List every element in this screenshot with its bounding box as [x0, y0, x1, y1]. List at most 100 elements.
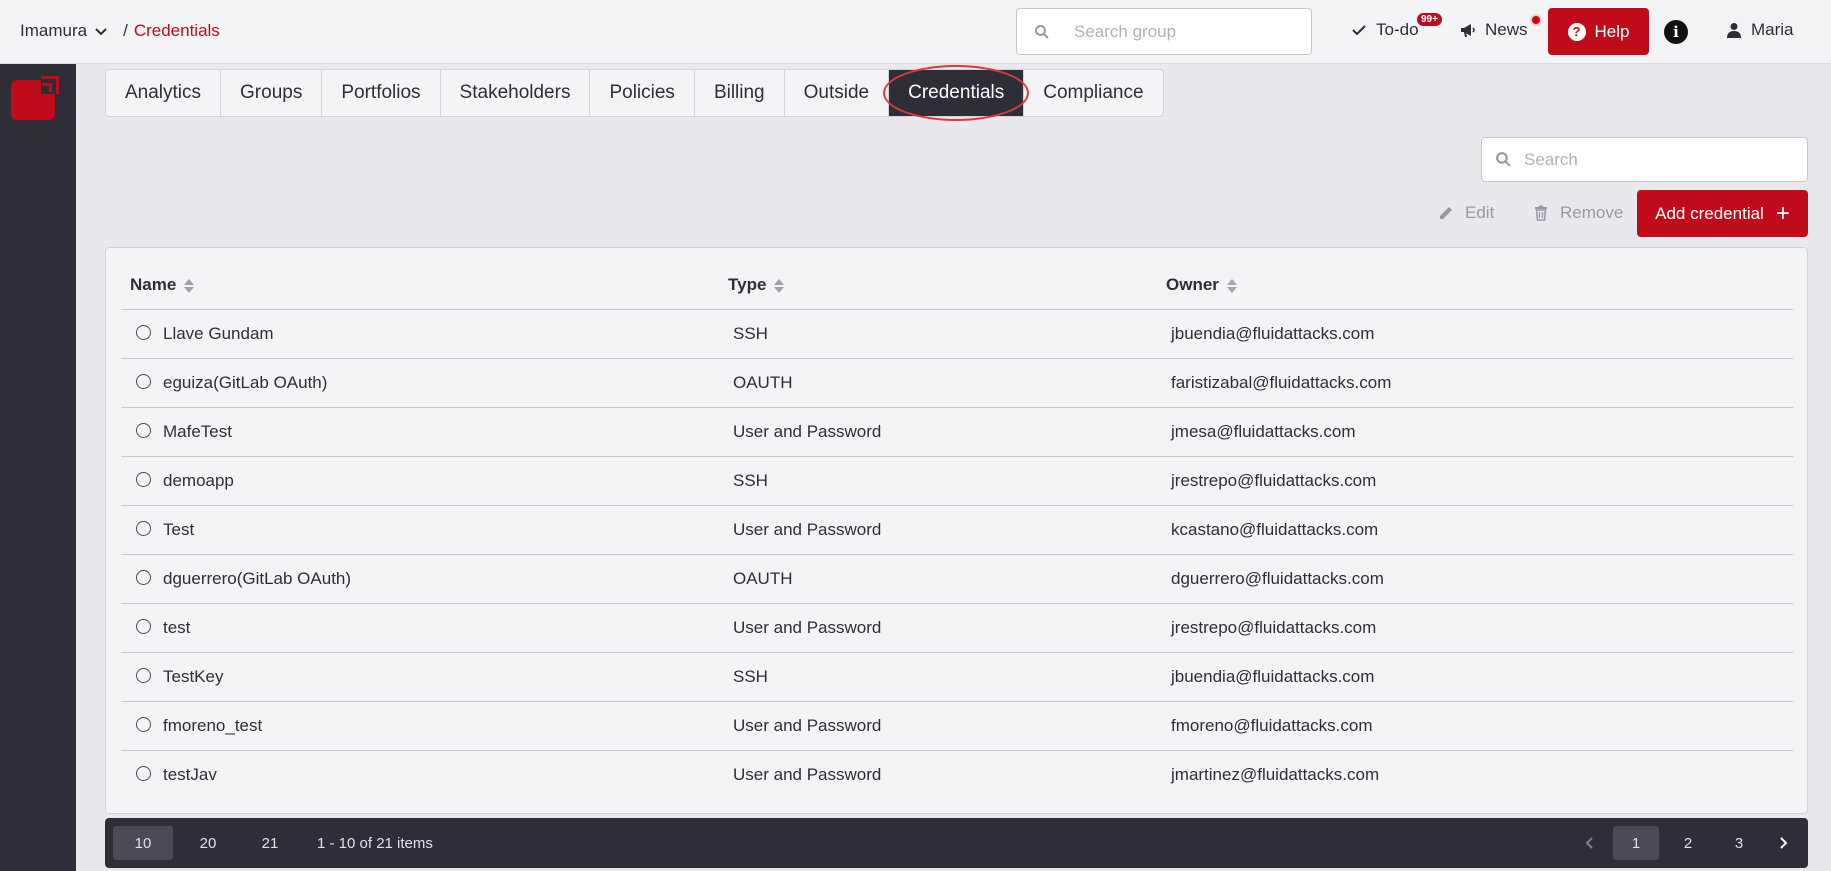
news-button[interactable]: News	[1459, 14, 1542, 40]
news-notification-dot	[1530, 14, 1542, 26]
info-icon[interactable]: i	[1664, 20, 1688, 44]
tab-portfolios[interactable]: Portfolios	[322, 70, 441, 116]
table-row[interactable]: dguerrero(GitLab OAuth) OAUTH dguerrero@…	[121, 554, 1793, 604]
group-search-input[interactable]	[1074, 21, 1294, 42]
page-size-20[interactable]: 20	[183, 826, 233, 860]
pencil-icon	[1440, 207, 1452, 219]
credential-name: Test	[163, 519, 195, 539]
todo-button[interactable]: To-do 99+	[1350, 13, 1442, 40]
row-select-radio[interactable]	[136, 668, 151, 684]
user-menu[interactable]: Maria	[1725, 20, 1794, 40]
help-question-icon: ?	[1567, 22, 1586, 41]
table-header-row: Name Type Owner	[121, 262, 1793, 310]
row-select-radio[interactable]	[136, 766, 151, 782]
sort-icon[interactable]	[1226, 278, 1237, 293]
edit-label: Edit	[1465, 203, 1495, 222]
page-2-button[interactable]: 2	[1665, 826, 1711, 860]
table-row[interactable]: test User and Password jrestrepo@fluidat…	[121, 603, 1793, 653]
column-header-name[interactable]: Name	[121, 262, 719, 310]
credential-owner: jrestrepo@fluidattacks.com	[1157, 603, 1793, 653]
app-logo[interactable]	[11, 76, 59, 120]
tab-groups[interactable]: Groups	[221, 70, 323, 116]
table-row[interactable]: demoapp SSH jrestrepo@fluidattacks.com	[121, 456, 1793, 506]
help-button[interactable]: ? Help	[1548, 8, 1649, 55]
breadcrumb-separator: /	[123, 21, 128, 40]
table-row[interactable]: TestKey SSH jbuendia@fluidattacks.com	[121, 652, 1793, 702]
tab-credentials[interactable]: Credentials	[883, 65, 1030, 121]
column-header-owner[interactable]: Owner	[1157, 262, 1793, 310]
logo-mark-icon	[41, 76, 59, 94]
credential-owner: jbuendia@fluidattacks.com	[1157, 652, 1793, 702]
credential-owner: jmesa@fluidattacks.com	[1157, 407, 1793, 457]
table-row[interactable]: fmoreno_test User and Password fmoreno@f…	[121, 701, 1793, 751]
credential-name: TestKey	[163, 666, 224, 686]
credential-name: fmoreno_test	[163, 715, 263, 735]
credential-type: SSH	[719, 652, 1157, 702]
row-select-radio[interactable]	[136, 570, 151, 586]
credential-owner: faristizabal@fluidattacks.com	[1157, 358, 1793, 408]
chevron-right-icon	[1780, 837, 1788, 849]
row-select-radio[interactable]	[136, 521, 151, 537]
row-select-radio[interactable]	[136, 717, 151, 733]
tab-policies[interactable]: Policies	[590, 70, 695, 116]
page-1-button[interactable]: 1	[1613, 826, 1659, 860]
add-credential-button[interactable]: Add credential +	[1637, 190, 1808, 237]
credential-name: MafeTest	[163, 421, 232, 441]
group-search-box	[1016, 8, 1312, 55]
page-3-button[interactable]: 3	[1716, 826, 1762, 860]
credentials-search-input[interactable]	[1524, 149, 1794, 170]
chevron-down-icon[interactable]	[93, 23, 109, 39]
credentials-table-card: Name Type Owner Llave Gundam SSH jbuendi…	[105, 247, 1808, 814]
credential-type: OAUTH	[719, 554, 1157, 604]
header-label: Owner	[1166, 275, 1219, 295]
credential-name: testJav	[163, 764, 217, 784]
breadcrumb-org[interactable]: Imamura	[20, 21, 87, 41]
tab-stakeholders[interactable]: Stakeholders	[441, 70, 591, 116]
row-select-radio[interactable]	[136, 374, 151, 390]
add-credential-label: Add credential	[1655, 203, 1764, 223]
credential-name: Llave Gundam	[163, 323, 274, 343]
row-select-radio[interactable]	[136, 325, 151, 341]
credential-type: User and Password	[719, 505, 1157, 555]
row-select-radio[interactable]	[136, 472, 151, 488]
page-size-21[interactable]: 21	[245, 826, 295, 860]
tab-compliance[interactable]: Compliance	[1024, 70, 1162, 116]
credential-owner: kcastano@fluidattacks.com	[1157, 505, 1793, 555]
edit-button[interactable]: Edit	[1437, 203, 1494, 223]
row-select-radio[interactable]	[136, 423, 151, 439]
table-row[interactable]: eguiza(GitLab OAuth) OAUTH faristizabal@…	[121, 358, 1793, 408]
credential-owner: jbuendia@fluidattacks.com	[1157, 309, 1793, 359]
remove-label: Remove	[1560, 203, 1624, 222]
todo-label: To-do	[1376, 20, 1419, 39]
tab-outside[interactable]: Outside	[785, 70, 890, 116]
credential-type: SSH	[719, 309, 1157, 359]
credential-owner: dguerrero@fluidattacks.com	[1157, 554, 1793, 604]
column-header-type[interactable]: Type	[719, 262, 1157, 310]
table-row[interactable]: Llave Gundam SSH jbuendia@fluidattacks.c…	[121, 309, 1793, 359]
table-row[interactable]: Test User and Password kcastano@fluidatt…	[121, 505, 1793, 555]
credential-type: User and Password	[733, 764, 882, 784]
table-row[interactable]: testJav User and Password jmartinez@flui…	[121, 750, 1793, 799]
sort-icon[interactable]	[184, 278, 195, 293]
check-icon	[1352, 25, 1366, 36]
tab-analytics[interactable]: Analytics	[106, 70, 222, 116]
help-label: Help	[1594, 21, 1630, 41]
pagination-bar: 10 20 21 1 - 10 of 21 items 1 2 3	[105, 818, 1808, 868]
credential-type: User and Password	[719, 701, 1157, 751]
tab-billing[interactable]: Billing	[695, 70, 785, 116]
credentials-table: Name Type Owner Llave Gundam SSH jbuendi…	[121, 262, 1793, 799]
next-page-button[interactable]	[1768, 826, 1798, 860]
trash-icon	[1535, 205, 1547, 221]
credential-type: User and Password	[719, 407, 1157, 457]
credential-name: eguiza(GitLab OAuth)	[163, 372, 328, 392]
credential-type: User and Password	[719, 603, 1157, 653]
table-row[interactable]: MafeTest User and Password jmesa@fluidat…	[121, 407, 1793, 457]
search-icon	[1035, 24, 1049, 39]
previous-page-button[interactable]	[1575, 826, 1605, 860]
page-size-10[interactable]: 10	[113, 826, 173, 860]
user-name: Maria	[1751, 20, 1794, 39]
sort-icon[interactable]	[774, 278, 785, 293]
megaphone-icon	[1461, 24, 1475, 37]
row-select-radio[interactable]	[136, 619, 151, 635]
remove-button[interactable]: Remove	[1532, 203, 1623, 223]
